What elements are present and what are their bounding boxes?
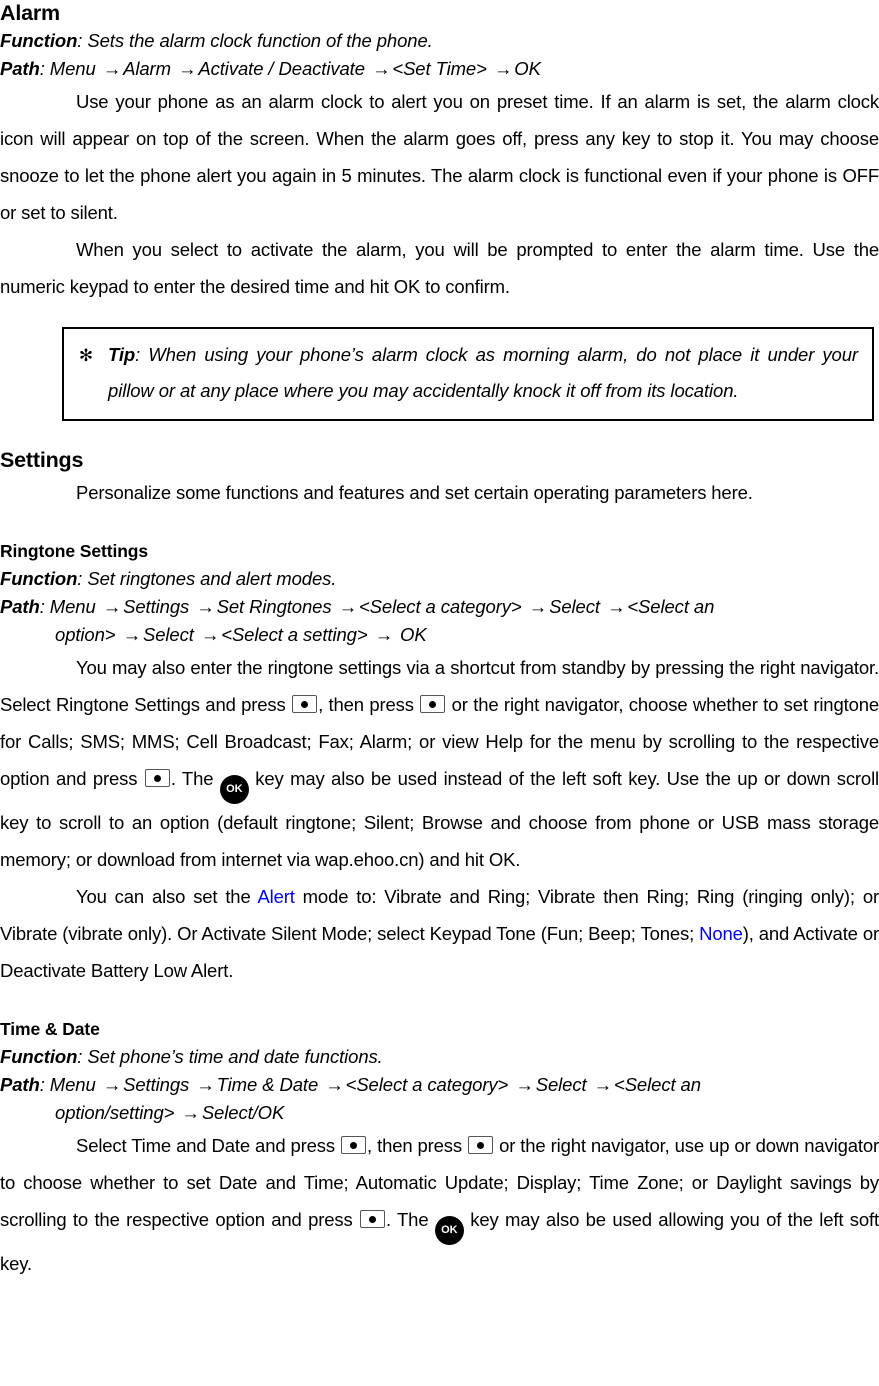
timedate-function-line: Function: Set phone’s time and date func…: [0, 1043, 879, 1071]
select-key-icon: [292, 695, 318, 713]
path-label: Path: [0, 1074, 40, 1095]
ringtone-para1-d: . The: [170, 768, 220, 789]
tip-inner: ✻ Tip: When using your phone’s alarm clo…: [64, 337, 862, 409]
path-step-2: Time & Date: [216, 1074, 324, 1095]
arrow-icon: →: [122, 624, 142, 645]
timedate-paragraph-1: Select Time and Date and press , then pr…: [0, 1127, 879, 1282]
tip-text: Tip: When using your phone’s alarm clock…: [108, 337, 862, 409]
club-tip-icon: ✻: [78, 346, 94, 365]
section-title-alarm: Alarm: [0, 1, 60, 25]
path-step-3: <Select a category>: [345, 1074, 514, 1095]
arrow-icon: →: [102, 596, 122, 617]
path-step-4: Select: [535, 1074, 592, 1095]
path-step-3: <Set Time>: [392, 58, 492, 79]
arrow-icon: →: [196, 596, 215, 617]
tip-callout-box: ✻ Tip: When using your phone’s alarm clo…: [62, 327, 874, 421]
path-step-7: <Select a setting>: [221, 624, 373, 645]
path-step-1: Settings: [123, 1074, 195, 1095]
arrow-icon: →: [606, 596, 626, 617]
timedate-para1-d: . The: [385, 1209, 435, 1230]
ok-key-icon: OK: [434, 1216, 464, 1245]
highlight-none: None: [699, 923, 743, 944]
arrow-icon: →: [177, 58, 197, 79]
arrow-icon: →: [371, 58, 391, 79]
function-text: : Sets the alarm clock function of the p…: [77, 30, 433, 51]
alarm-paragraph-1: Use your phone as an alarm clock to aler…: [0, 83, 879, 231]
select-key-icon: [359, 1210, 385, 1228]
path-step-1: Settings: [123, 596, 195, 617]
path-prefix-2: option/setting>: [55, 1102, 180, 1123]
path-step-6: Select/OK: [201, 1102, 285, 1123]
tip-body: : When using your phone’s alarm clock as…: [108, 344, 858, 401]
arrow-icon: →: [181, 1102, 200, 1123]
path-step-5: <Select an: [627, 596, 715, 617]
function-label: Function: [0, 568, 78, 589]
path-prefix: : Menu: [39, 58, 101, 79]
path-prefix-2: option>: [55, 624, 121, 645]
settings-intro-text: Personalize some functions and features …: [76, 482, 753, 503]
arrow-icon: →: [325, 1074, 344, 1095]
tip-label: Tip: [108, 344, 136, 365]
path-step-2: Set Ringtones: [216, 596, 337, 617]
path-label: Path: [0, 596, 40, 617]
timedate-path-line-1: Path: Menu → Settings → Time & Date → <Sele…: [0, 1071, 879, 1099]
arrow-icon: →: [200, 624, 220, 645]
ringtone-paragraph-1: You may also enter the ringtone settings…: [0, 649, 879, 878]
timedate-path-line-2: option/setting> → Select/OK: [0, 1099, 879, 1127]
path-step-6: Select: [142, 624, 199, 645]
select-key-icon: [144, 769, 170, 787]
path-step-1: Alarm: [123, 58, 176, 79]
ringtone-para1-b: , then press: [318, 694, 420, 715]
section-title-settings: Settings: [0, 448, 84, 472]
ringtone-path-line-1: Path: Menu → Settings → Set Ringtones → <Se…: [0, 593, 879, 621]
function-label: Function: [0, 30, 78, 51]
ringtone-path-line-2: option> → Select → <Select a setting> → OK: [0, 621, 879, 649]
select-key-icon: [420, 695, 446, 713]
timedate-para1-b: , then press: [367, 1135, 468, 1156]
alarm-paragraph-2: When you select to activate the alarm, y…: [0, 231, 879, 305]
alarm-function-line: Function: Sets the alarm clock function …: [0, 27, 879, 55]
ok-key-icon: OK: [219, 775, 249, 804]
arrow-icon: →: [102, 1074, 122, 1095]
settings-intro-paragraph: Personalize some functions and features …: [0, 474, 879, 511]
path-step-2: Activate / Deactivate: [198, 58, 370, 79]
alarm-path-line: Path: Menu → Alarm → Activate / Deactivate…: [0, 55, 879, 83]
arrow-icon: →: [528, 596, 548, 617]
ringtone-paragraph-2: You can also set the Alert mode to: Vibr…: [0, 878, 879, 989]
subsection-title-time-date: Time & Date: [0, 1019, 100, 1039]
function-text: : Set phone’s time and date functions.: [77, 1046, 383, 1067]
arrow-icon: →: [593, 1074, 613, 1095]
ringtone-function-line: Function: Set ringtones and alert modes.: [0, 565, 879, 593]
arrow-icon: →: [493, 58, 513, 79]
subsection-title-ringtone: Ringtone Settings: [0, 541, 149, 561]
arrow-icon: →: [515, 1074, 534, 1095]
arrow-icon: →: [338, 596, 358, 617]
arrow-icon: →: [102, 58, 122, 79]
document-page: Alarm Function: Sets the alarm clock fun…: [0, 0, 879, 1386]
function-label: Function: [0, 1046, 78, 1067]
select-key-icon: [468, 1136, 494, 1154]
arrow-icon: →: [374, 624, 394, 645]
path-label: Path: [0, 58, 40, 79]
function-text: : Set ringtones and alert modes.: [77, 568, 337, 589]
alarm-paragraph-2-text: When you select to activate the alarm, y…: [0, 239, 879, 297]
highlight-alert: Alert: [257, 886, 295, 907]
timedate-para1-a: Select Time and Date and press: [76, 1135, 341, 1156]
alarm-paragraph-1-text: Use your phone as an alarm clock to aler…: [0, 91, 879, 223]
path-step-5: <Select an: [613, 1074, 701, 1095]
arrow-icon: →: [196, 1074, 215, 1095]
path-step-3: <Select a category>: [358, 596, 527, 617]
path-step-8: OK: [394, 624, 427, 645]
path-prefix: : Menu: [39, 596, 101, 617]
path-step-4: OK: [514, 58, 541, 79]
ringtone-para2-a: You can also set the: [76, 886, 258, 907]
path-prefix: : Menu: [39, 1074, 101, 1095]
select-key-icon: [341, 1136, 367, 1154]
path-step-4: Select: [549, 596, 605, 617]
